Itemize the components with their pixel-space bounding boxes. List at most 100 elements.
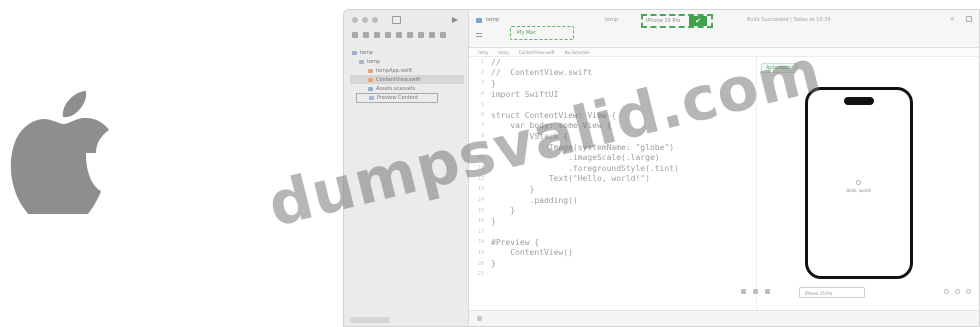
line-number: 1 <box>480 59 484 66</box>
report-navigator-icon[interactable] <box>440 32 446 38</box>
iphone-preview[interactable]: Hello, world! <box>805 87 913 279</box>
toolbar: temp My Mac temp iPhone 15 Pro ✔ Build S… <box>469 10 979 48</box>
run-destination-selector[interactable]: My Mac <box>510 26 574 40</box>
line-number: 14 <box>477 197 484 204</box>
code-text: // <box>491 57 501 67</box>
tree-item-folder[interactable]: temp <box>350 57 464 66</box>
canvas-controls <box>741 289 770 294</box>
code-line[interactable]: 11 .foregroundStyle(.tint) <box>469 163 799 174</box>
debug-navigator-icon[interactable] <box>418 32 424 38</box>
code-line[interactable]: 21 <box>469 269 799 280</box>
code-line[interactable]: 3} <box>469 78 799 89</box>
code-line[interactable]: 7 var body: some View { <box>469 121 799 132</box>
code-line[interactable]: 13 } <box>469 184 799 195</box>
folder-icon <box>359 59 364 64</box>
line-number: 4 <box>480 91 484 98</box>
code-line[interactable]: 12 Text("Hello, world!") <box>469 174 799 185</box>
issue-navigator-icon[interactable] <box>396 32 402 38</box>
line-number: 21 <box>477 271 484 278</box>
selectable-mode-icon[interactable] <box>753 289 758 294</box>
zoom-out-icon[interactable] <box>944 289 949 294</box>
live-preview-icon[interactable] <box>741 289 746 294</box>
project-icon <box>352 50 357 55</box>
line-number: 17 <box>477 228 484 235</box>
breadcrumb-item[interactable]: ContentView.swift <box>519 50 555 55</box>
zoom-window-button[interactable] <box>372 17 378 23</box>
code-line[interactable]: 15 } <box>469 205 799 216</box>
project-navigator-icon[interactable] <box>352 32 358 38</box>
breadcrumb-item[interactable]: temp <box>478 50 488 55</box>
code-text: .padding() <box>491 195 578 205</box>
line-number: 7 <box>480 122 484 129</box>
line-number: 9 <box>480 144 484 151</box>
window-controls <box>352 17 378 23</box>
find-navigator-icon[interactable] <box>385 32 391 38</box>
inspector-toggle-icon[interactable] <box>966 16 972 22</box>
line-number: 20 <box>477 260 484 267</box>
navigator-filter-field[interactable] <box>350 317 390 323</box>
code-text: .foregroundStyle(.tint) <box>491 163 679 173</box>
preview-device-selector[interactable]: iPhone 15 Pro <box>799 287 865 298</box>
project-icon <box>476 18 482 23</box>
symbol-navigator-icon[interactable] <box>374 32 380 38</box>
scheme-selector[interactable]: temp <box>605 17 618 23</box>
breadcrumb-item[interactable]: temp <box>498 50 508 55</box>
code-line[interactable]: 6 struct ContentView: View { <box>469 110 799 121</box>
preview-text: Hello, world! <box>846 188 872 193</box>
code-line[interactable]: 14 .padding() <box>469 195 799 206</box>
navigator-sidebar: temp temp tempApp.swift ContentView.swif… <box>344 10 469 326</box>
tree-item-contentview[interactable]: ContentView.swift <box>350 75 464 84</box>
code-text: } <box>491 216 496 226</box>
tree-item-app-file[interactable]: tempApp.swift <box>350 66 464 75</box>
line-number: 8 <box>480 133 484 140</box>
test-navigator-icon[interactable] <box>407 32 413 38</box>
code-text: } <box>491 78 496 88</box>
breakpoint-navigator-icon[interactable] <box>429 32 435 38</box>
code-line[interactable]: 1 // <box>469 57 799 68</box>
code-line[interactable]: 10 .imageScale(.large) <box>469 152 799 163</box>
zoom-in-icon[interactable] <box>966 289 971 294</box>
preview-mode-chip[interactable]: Automatic <box>761 63 797 73</box>
line-number: 15 <box>477 207 484 214</box>
folder-icon <box>369 96 374 100</box>
device-selector[interactable]: iPhone 15 Pro ✔ <box>641 14 713 28</box>
code-line[interactable]: 18 #Preview { <box>469 237 799 248</box>
code-text: import SwiftUI <box>491 89 559 99</box>
zoom-reset-icon[interactable] <box>955 289 960 294</box>
tree-item-assets[interactable]: Assets.xcassets <box>350 84 464 93</box>
minimize-window-button[interactable] <box>362 17 368 23</box>
run-button[interactable] <box>452 17 458 23</box>
code-editor[interactable]: 1 //2// ContentView.swift 3} 4 import SwiftU… <box>469 57 799 312</box>
sidebar-toggle-icon[interactable] <box>392 16 401 24</box>
line-number: 18 <box>477 239 484 246</box>
code-line[interactable]: 19 ContentView() <box>469 248 799 259</box>
code-line[interactable]: 20} <box>469 258 799 269</box>
breadcrumb-item[interactable]: No Selection <box>565 50 590 55</box>
line-number: 16 <box>477 218 484 225</box>
device-selector-label: iPhone 15 Pro <box>646 18 681 24</box>
apple-logo-icon <box>10 91 109 214</box>
code-line[interactable]: 5 <box>469 99 799 110</box>
code-line[interactable]: 17 <box>469 227 799 238</box>
code-line[interactable]: 16} <box>469 216 799 227</box>
dynamic-island <box>844 97 874 105</box>
code-line[interactable]: 4 import SwiftUI <box>469 89 799 100</box>
debug-area-toggle-icon[interactable] <box>477 316 482 321</box>
related-items-icon[interactable] <box>476 33 482 37</box>
code-line[interactable]: 9 Image(systemName: "globe") <box>469 142 799 153</box>
code-line[interactable]: 8 VStack { <box>469 131 799 142</box>
code-text: Text("Hello, world!") <box>491 174 650 184</box>
source-control-icon[interactable] <box>363 32 369 38</box>
tree-item-preview-content[interactable]: Preview Content <box>356 93 438 103</box>
build-status: Build Succeeded | Today at 10:34 <box>747 17 831 23</box>
navigator-tabs <box>352 32 446 38</box>
tree-item-project[interactable]: temp <box>350 48 464 57</box>
line-number: 19 <box>477 249 484 256</box>
close-window-button[interactable] <box>352 17 358 23</box>
line-number: 12 <box>477 175 484 182</box>
xcode-window: temp temp tempApp.swift ContentView.swif… <box>343 9 980 327</box>
add-icon[interactable]: + <box>949 15 955 23</box>
line-number: 6 <box>480 112 484 119</box>
variants-icon[interactable] <box>765 289 770 294</box>
code-line[interactable]: 2 // ContentView.swift <box>469 68 799 79</box>
